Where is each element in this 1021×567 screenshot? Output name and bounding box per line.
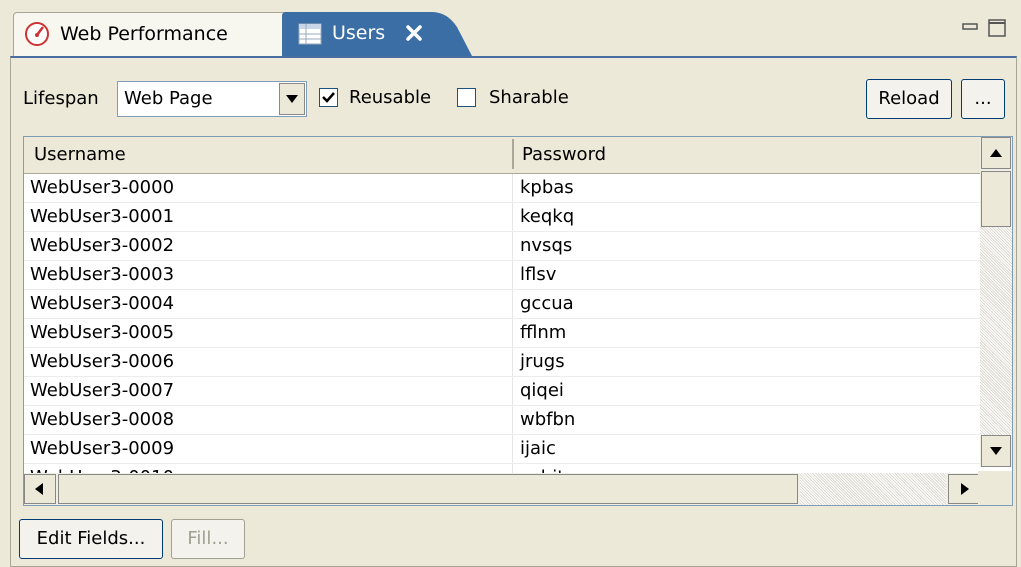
horizontal-scroll-track[interactable] xyxy=(800,473,946,505)
scroll-down-button[interactable] xyxy=(981,435,1011,467)
vertical-scroll-thumb[interactable] xyxy=(981,171,1011,227)
table-body: WebUser3-0000 kpbas WebUser3-0001 keqkq WebU… xyxy=(24,174,980,493)
lifespan-label: Lifespan xyxy=(23,88,99,109)
tab-web-performance[interactable]: Web Performance xyxy=(13,12,287,57)
table-row[interactable]: WebUser3-0000 kpbas xyxy=(24,174,980,203)
sharable-label: Sharable xyxy=(489,87,569,108)
column-header-username[interactable]: Username xyxy=(24,137,512,171)
reload-button[interactable]: Reload xyxy=(866,79,952,119)
lifespan-value: Web Page xyxy=(124,88,213,109)
lifespan-select[interactable]: Web Page xyxy=(117,81,307,117)
users-panel: Lifespan Web Page Reusable Sharable Relo… xyxy=(10,56,1017,567)
password-cell: lflsv xyxy=(520,264,557,285)
password-cell: nvsqs xyxy=(520,235,573,256)
vertical-scroll-track[interactable] xyxy=(980,227,1012,435)
table-row[interactable]: WebUser3-0006 jrugs xyxy=(24,348,980,377)
password-cell: ijaic xyxy=(520,438,556,459)
tab-label: Users xyxy=(332,22,386,44)
table-icon xyxy=(298,23,322,45)
username-cell: WebUser3-0007 xyxy=(30,380,175,401)
table-row[interactable]: WebUser3-0007 qiqei xyxy=(24,377,980,406)
tab-label: Web Performance xyxy=(60,23,228,45)
tab-users[interactable]: Users xyxy=(282,12,482,56)
checkmark-icon xyxy=(322,92,335,103)
table-row[interactable]: WebUser3-0008 wbfbn xyxy=(24,406,980,435)
reusable-label: Reusable xyxy=(349,87,432,108)
view-tab-bar: Web Performance Users xyxy=(10,10,1017,57)
username-cell: WebUser3-0002 xyxy=(30,235,175,256)
reusable-checkbox[interactable] xyxy=(319,88,338,107)
close-icon[interactable] xyxy=(404,23,424,43)
horizontal-scrollbar[interactable] xyxy=(24,473,980,505)
column-header-password[interactable]: Password xyxy=(512,137,980,171)
gauge-icon xyxy=(24,21,50,47)
dropdown-button[interactable] xyxy=(279,83,305,115)
username-cell: WebUser3-0008 xyxy=(30,409,175,430)
vertical-scrollbar[interactable] xyxy=(980,137,1012,467)
chevron-down-icon xyxy=(286,95,298,103)
scroll-right-button[interactable] xyxy=(948,474,980,504)
horizontal-scroll-thumb[interactable] xyxy=(58,474,798,504)
table-row[interactable]: WebUser3-0001 keqkq xyxy=(24,203,980,232)
scroll-up-button[interactable] xyxy=(981,137,1011,169)
scroll-corner xyxy=(978,471,1012,505)
username-cell: WebUser3-0005 xyxy=(30,322,175,343)
view-controls xyxy=(957,16,1011,40)
username-cell: WebUser3-0003 xyxy=(30,264,175,285)
minimize-icon xyxy=(962,23,978,30)
scroll-left-button[interactable] xyxy=(24,474,56,504)
password-cell: wbfbn xyxy=(520,409,576,430)
username-cell: WebUser3-0006 xyxy=(30,351,175,372)
username-cell: WebUser3-0000 xyxy=(30,177,175,198)
username-cell: WebUser3-0009 xyxy=(30,438,175,459)
table-row[interactable]: WebUser3-0004 gccua xyxy=(24,290,980,319)
table-header: Username Password xyxy=(24,137,980,174)
table-row[interactable]: WebUser3-0003 lflsv xyxy=(24,261,980,290)
sharable-checkbox[interactable] xyxy=(457,88,476,107)
password-cell: gccua xyxy=(520,293,574,314)
password-cell: jrugs xyxy=(520,351,565,372)
table-row[interactable]: WebUser3-0002 nvsqs xyxy=(24,232,980,261)
users-table: Username Password WebUser3-0000 kpbas WebU… xyxy=(23,136,1013,506)
username-cell: WebUser3-0004 xyxy=(30,293,175,314)
password-cell: kpbas xyxy=(520,177,574,198)
fill-button[interactable]: Fill... xyxy=(171,519,245,559)
table-row[interactable]: WebUser3-0009 ijaic xyxy=(24,435,980,464)
more-button[interactable]: ... xyxy=(961,79,1005,119)
edit-fields-button[interactable]: Edit Fields... xyxy=(19,519,163,559)
username-cell: WebUser3-0001 xyxy=(30,206,175,227)
password-cell: qiqei xyxy=(520,380,564,401)
password-cell: keqkq xyxy=(520,206,575,227)
table-row[interactable]: WebUser3-0005 fflnm xyxy=(24,319,980,348)
password-cell: fflnm xyxy=(520,322,567,343)
